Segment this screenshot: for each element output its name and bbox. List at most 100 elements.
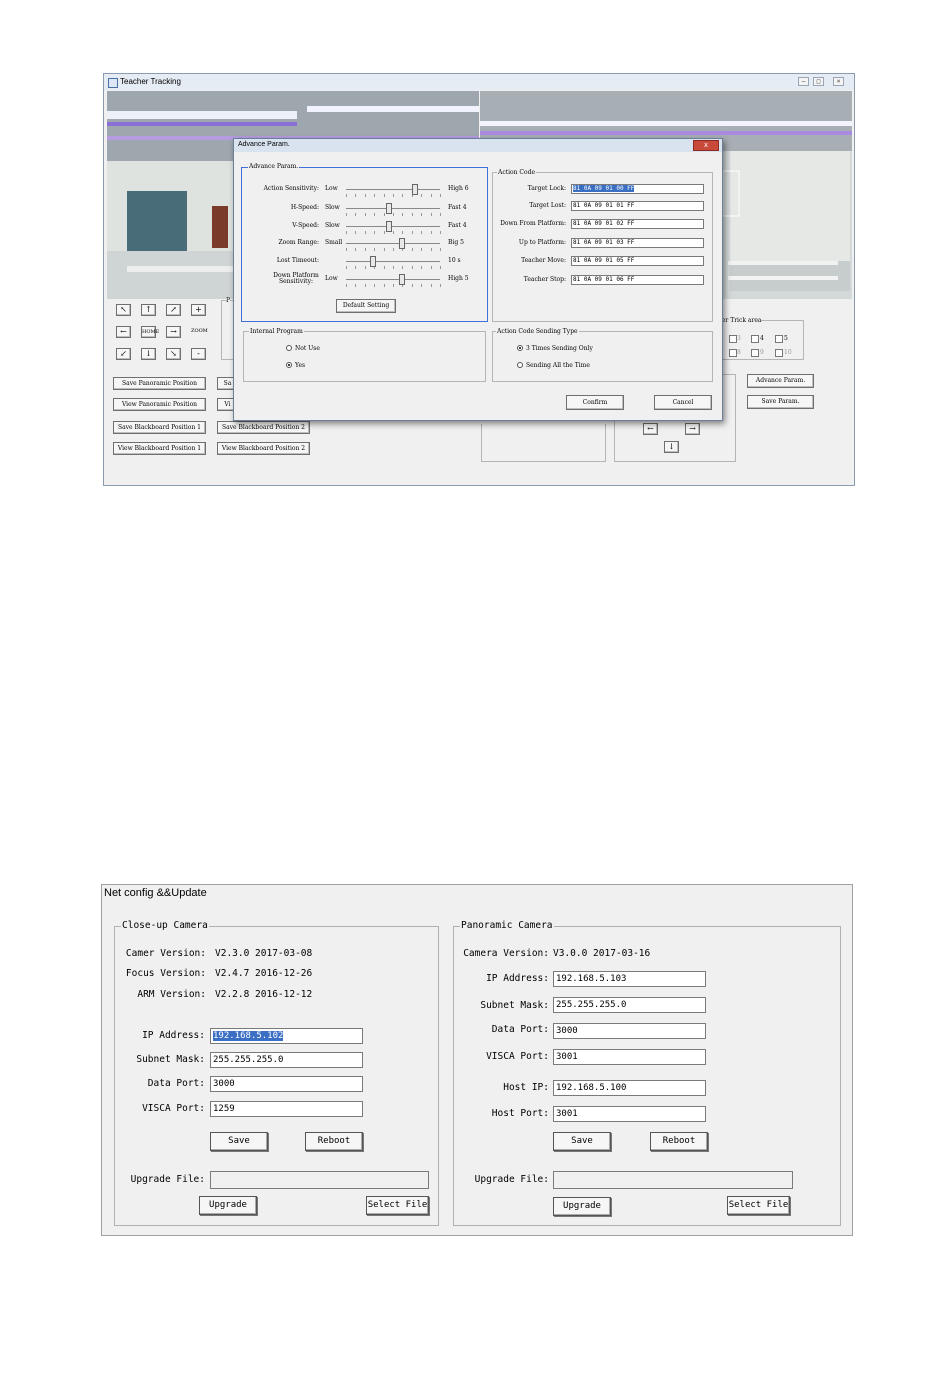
ptz-right-button[interactable]: →	[166, 326, 181, 338]
ptz-down-right-button[interactable]: ↘	[166, 348, 181, 360]
closeup-save-button[interactable]: Save	[210, 1132, 268, 1151]
save-blackboard-1-button[interactable]: Save Blackboard Position 1	[113, 421, 206, 434]
slider-track[interactable]	[346, 243, 440, 244]
net-config-window: Net config &&Update Close-up Camera Came…	[101, 884, 853, 1236]
slider-thumb[interactable]	[386, 203, 393, 214]
closeup-reboot-button[interactable]: Reboot	[305, 1132, 363, 1151]
pano-upgrade-file-input[interactable]	[553, 1171, 793, 1189]
slider-tick	[364, 266, 366, 269]
save-param-button[interactable]: Save Param.	[747, 395, 814, 409]
slider-tick	[411, 248, 413, 251]
action-code-input[interactable]: 81 0A 09 01 05 FF	[571, 256, 704, 266]
ip-address-input[interactable]: 192.168.5.102	[210, 1028, 363, 1044]
slider-thumb[interactable]	[398, 238, 405, 249]
data-port-input[interactable]: 3000	[210, 1076, 363, 1092]
slider-tick	[355, 213, 357, 216]
closeup-select-file-button[interactable]: Select File	[366, 1196, 429, 1215]
slider-min-label: Slow	[325, 204, 340, 211]
ip-address-label: IP Address:	[142, 1030, 205, 1041]
ptz-up-left-button[interactable]: ↖	[116, 304, 131, 316]
pano-select-file-button[interactable]: Select File	[727, 1196, 790, 1215]
slider-tick	[383, 284, 385, 287]
closeup-legend: Close-up Camera	[121, 920, 209, 931]
slider-max-label: Fast 4	[448, 204, 467, 211]
pano-visca-port-input[interactable]: 3001	[553, 1049, 706, 1065]
closeup-camera-group: Close-up Camera Camer Version: V2.3.0 20…	[114, 920, 439, 1226]
zoom-out-button[interactable]: -	[191, 348, 206, 360]
advance-param-button[interactable]: Advance Param.	[747, 374, 814, 388]
action-code-input[interactable]: 81 0A 09 01 01 FF	[571, 201, 704, 211]
slider-tick	[421, 194, 423, 197]
dialog-close-button[interactable]: x	[693, 140, 719, 151]
trick-checkbox-3[interactable]	[729, 335, 737, 343]
maximize-icon[interactable]: □	[813, 77, 824, 86]
view-blackboard-2-button[interactable]: View Blackboard Position 2	[217, 442, 310, 455]
slider-tick	[411, 213, 413, 216]
minimize-icon[interactable]: –	[798, 77, 809, 86]
pano-ip-address-input[interactable]: 192.168.5.103	[553, 971, 706, 987]
slider-row: Down Platform Sensitivity: Low High 5	[242, 273, 487, 289]
slider-tick	[346, 231, 347, 234]
view-panoramic-button[interactable]: View Panoramic Position	[113, 398, 206, 411]
trick-checkbox-10[interactable]	[775, 349, 783, 357]
slider-tick	[430, 231, 432, 234]
slider-track[interactable]	[346, 208, 440, 209]
slider-track[interactable]	[346, 261, 440, 262]
confirm-button[interactable]: Confirm	[566, 395, 624, 410]
view-blackboard-1-button[interactable]: View Blackboard Position 1	[113, 442, 206, 455]
pano-subnet-mask-input[interactable]: 255.255.255.0	[553, 997, 706, 1013]
ptz-down-left-button[interactable]: ↙	[116, 348, 131, 360]
closeup-upgrade-button[interactable]: Upgrade	[199, 1196, 257, 1215]
slider-tick	[383, 248, 385, 251]
ptz-left-button[interactable]: ←	[116, 326, 131, 338]
trick-checkbox-4[interactable]	[751, 335, 759, 343]
small-left-button[interactable]: ←	[643, 423, 658, 435]
pano-save-button[interactable]: Save	[553, 1132, 611, 1151]
slider-thumb[interactable]	[398, 274, 405, 285]
slider-track[interactable]	[346, 226, 440, 227]
host-port-input[interactable]: 3001	[553, 1106, 706, 1122]
slider-min-label: Slow	[325, 222, 340, 229]
trick-checkbox-5[interactable]	[775, 335, 783, 343]
slider-track[interactable]	[346, 189, 440, 190]
yes-radio[interactable]	[286, 362, 292, 368]
slider-thumb[interactable]	[411, 184, 418, 195]
action-code-input[interactable]: 81 0A 09 01 02 FF	[571, 219, 704, 229]
slider-tick	[430, 248, 432, 251]
ptz-up-right-button[interactable]: ↗	[166, 304, 181, 316]
save-blackboard-2-button[interactable]: Save Blackboard Position 2	[217, 421, 310, 434]
ptz-home-button[interactable]: HOME	[141, 326, 159, 338]
ptz-up-button[interactable]: ↑	[141, 304, 156, 316]
three-times-radio[interactable]	[517, 345, 523, 351]
camer-version-label: Camer Version:	[125, 948, 206, 959]
small-right-button[interactable]: →	[685, 423, 700, 435]
slider-tick	[393, 248, 394, 251]
trick-checkbox-9[interactable]	[751, 349, 759, 357]
slider-row: Action Sensitivity: Low High 6	[242, 184, 487, 199]
default-setting-button[interactable]: Default Setting	[336, 299, 396, 313]
pano-data-port-input[interactable]: 3000	[553, 1023, 706, 1039]
closeup-upgrade-file-input[interactable]	[210, 1171, 429, 1189]
cancel-button[interactable]: Cancel	[654, 395, 712, 410]
slider-track[interactable]	[346, 279, 440, 280]
slider-thumb[interactable]	[386, 221, 393, 232]
trick-checkbox-8[interactable]	[729, 349, 737, 357]
slider-tick	[440, 213, 441, 216]
not-use-radio[interactable]	[286, 345, 292, 351]
all-time-radio[interactable]	[517, 362, 523, 368]
action-code-input[interactable]: 81 0A 09 01 03 FF	[571, 238, 704, 248]
small-down-button[interactable]: ↓	[664, 441, 679, 453]
pano-upgrade-button[interactable]: Upgrade	[553, 1197, 611, 1216]
subnet-mask-input[interactable]: 255.255.255.0	[210, 1052, 363, 1068]
action-code-input[interactable]: 81 0A 09 01 06 FF	[571, 275, 704, 285]
ptz-down-button[interactable]: ↓	[141, 348, 156, 360]
close-icon[interactable]: ×	[833, 77, 844, 86]
pano-reboot-button[interactable]: Reboot	[650, 1132, 708, 1151]
zoom-in-button[interactable]: +	[191, 304, 206, 316]
slider-thumb[interactable]	[370, 256, 377, 267]
visca-port-input[interactable]: 1259	[210, 1101, 363, 1117]
dialog-title: Advance Param.	[238, 141, 290, 148]
action-code-input[interactable]: 81 0A 09 01 00 FF	[571, 184, 704, 194]
save-panoramic-button[interactable]: Save Panoramic Position	[113, 377, 206, 390]
host-ip-input[interactable]: 192.168.5.100	[553, 1080, 706, 1096]
